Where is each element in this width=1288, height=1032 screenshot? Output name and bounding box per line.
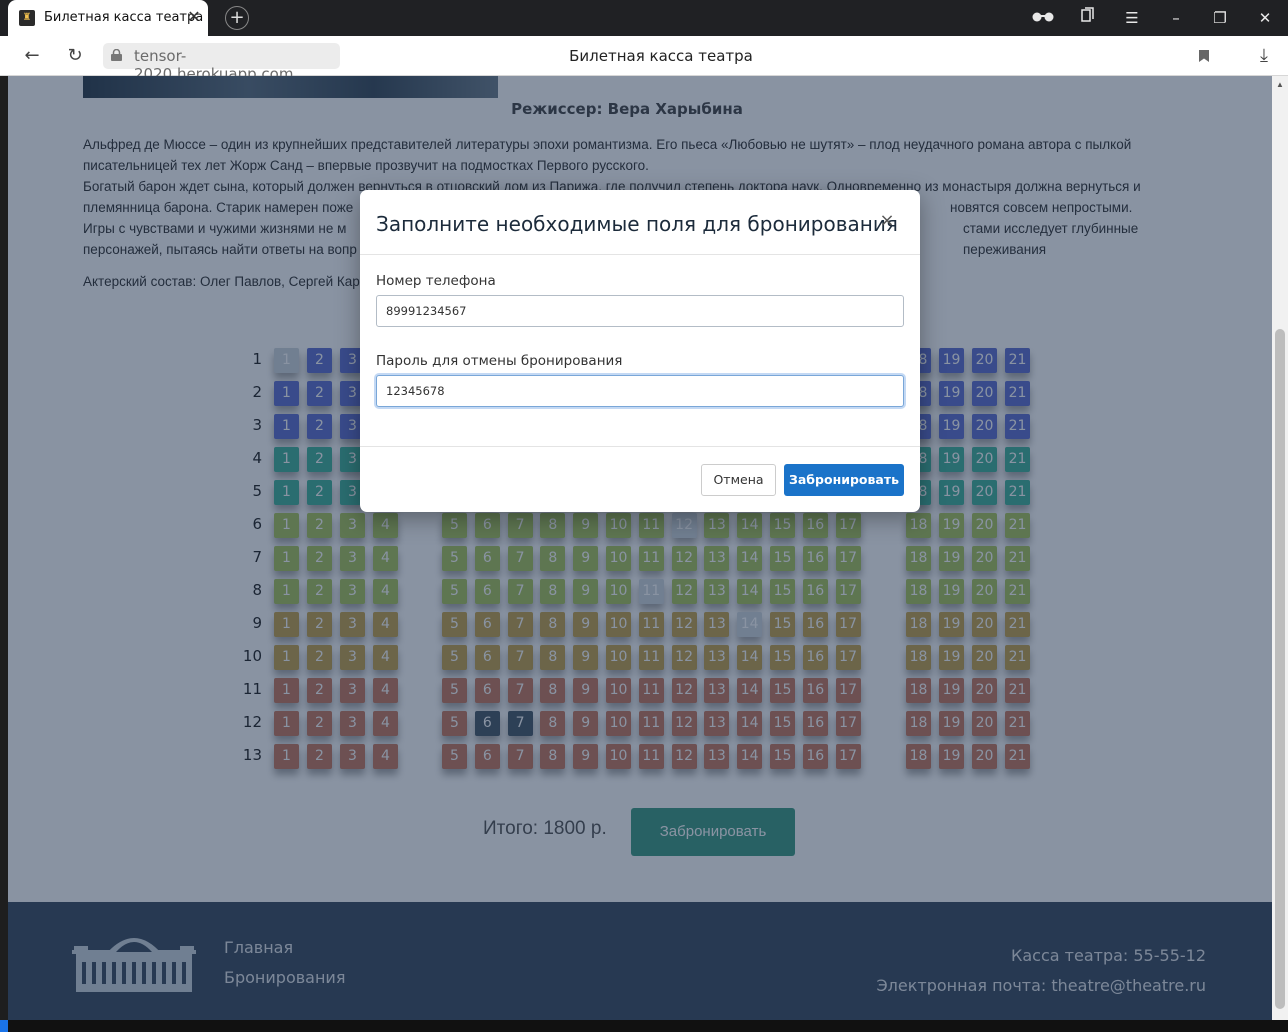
modal-divider [360,446,920,447]
bookmark-icon[interactable] [1192,44,1216,68]
window-edge [0,76,8,1020]
phone-label: Номер телефона [376,273,496,289]
tab-title: Билетная касса театра [44,10,204,25]
restore-icon[interactable]: ❐ [1208,6,1232,30]
browser-tab[interactable]: ♜ Билетная касса театра ✕ [8,0,208,36]
reader-mode-glasses-icon[interactable] [1031,6,1055,30]
taskbar-edge [0,1020,1288,1032]
booking-modal: Заполните необходимые поля для бронирова… [360,190,920,512]
page-content: Режиссер: Вера Харыбина Альфред де Мюссе… [8,76,1272,1020]
confirm-booking-button[interactable]: Забронировать [784,464,904,496]
password-label: Пароль для отмены бронирования [376,353,623,369]
back-arrow-icon[interactable]: ← [20,44,44,68]
address-bar[interactable]: tensor-2020.herokuapp.com [103,43,340,83]
tab-bar: ♜ Билетная касса театра ✕ + ☰ – ❐ ✕ [0,0,1288,36]
scrollbar[interactable]: ▲ [1272,76,1288,1020]
scroll-up-icon[interactable]: ▲ [1276,80,1284,89]
cancel-button[interactable]: Отмена [701,464,776,496]
reload-icon[interactable]: ↻ [63,44,87,68]
collections-icon[interactable] [1076,6,1100,30]
tab-close-icon[interactable]: ✕ [184,7,204,27]
lock-icon [111,49,122,61]
modal-title: Заполните необходимые поля для бронирова… [376,212,898,236]
page-title: Билетная касса театра [569,47,753,65]
scrollbar-thumb[interactable] [1275,329,1285,1009]
navigation-bar: ← ↻ tensor-2020.herokuapp.com Билетная к… [0,36,1288,83]
download-icon[interactable]: ⤓ [1252,44,1276,68]
taskbar-accent [0,1020,8,1032]
minimize-icon[interactable]: – [1164,6,1188,30]
menu-icon[interactable]: ☰ [1120,6,1144,30]
theatre-favicon-icon: ♜ [19,10,35,26]
cancel-password-input[interactable]: 12345678 [376,375,904,407]
modal-header: Заполните необходимые поля для бронирова… [360,190,920,255]
new-tab-button[interactable]: + [225,6,249,30]
phone-input[interactable]: 89991234567 [376,295,904,327]
window-close-icon[interactable]: ✕ [1253,6,1277,30]
modal-close-icon[interactable]: × [876,210,898,232]
